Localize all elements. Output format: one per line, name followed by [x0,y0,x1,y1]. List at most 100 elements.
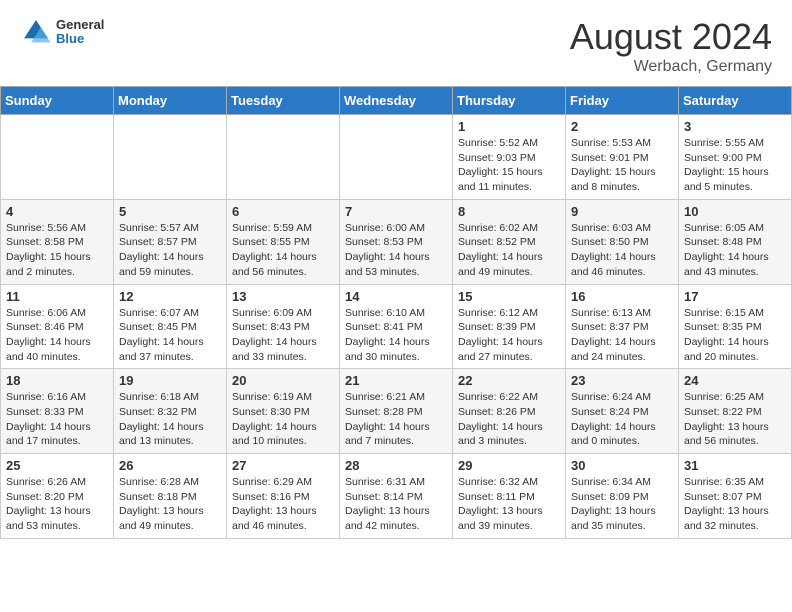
calendar-cell: 9 Sunrise: 6:03 AMSunset: 8:50 PMDaylight… [566,199,679,284]
calendar-cell: 22Sunrise: 6:22 AMSunset: 8:26 PMDayligh… [453,369,566,454]
calendar-cell: 20 Sunrise: 6:19 AMSunset: 8:30 PMDayligh… [227,369,340,454]
day-number: 15 [458,289,560,304]
day-header-friday: Friday [566,87,679,115]
day-number: 19 [119,373,221,388]
day-info: Sunrise: 6:25 AMSunset: 8:22 PMDaylight:… [684,390,786,449]
calendar-cell: 27 Sunrise: 6:29 AMSunset: 8:16 PMDayligh… [227,454,340,539]
day-info: Sunrise: 6:16 AMSunset: 8:33 PMDaylight:… [6,390,108,449]
title-section: August 2024 Werbach, Germany [570,16,772,76]
logo: General Blue [20,16,104,48]
location: Werbach, Germany [570,58,772,76]
day-info: Sunrise: 6:29 AMSunset: 8:16 PMDaylight:… [232,475,334,534]
week-row-2: 4 Sunrise: 5:56 AMSunset: 8:58 PMDaylight… [1,199,792,284]
day-number: 31 [684,458,786,473]
day-number: 6 [232,204,334,219]
calendar-cell: 19 Sunrise: 6:18 AMSunset: 8:32 PMDayligh… [114,369,227,454]
calendar-cell: 8 Sunrise: 6:02 AMSunset: 8:52 PMDaylight… [453,199,566,284]
day-number: 29 [458,458,560,473]
day-number: 26 [119,458,221,473]
day-info: Sunrise: 5:56 AMSunset: 8:58 PMDaylight:… [6,221,108,280]
day-number: 4 [6,204,108,219]
calendar-cell [340,115,453,200]
calendar-cell: 29 Sunrise: 6:32 AMSunset: 8:11 PMDayligh… [453,454,566,539]
day-info: Sunrise: 5:59 AMSunset: 8:55 PMDaylight:… [232,221,334,280]
calendar-cell: 25Sunrise: 6:26 AMSunset: 8:20 PMDayligh… [1,454,114,539]
day-info: Sunrise: 6:12 AMSunset: 8:39 PMDaylight:… [458,306,560,365]
day-number: 16 [571,289,673,304]
day-info: Sunrise: 6:13 AMSunset: 8:37 PMDaylight:… [571,306,673,365]
week-row-4: 18 Sunrise: 6:16 AMSunset: 8:33 PMDayligh… [1,369,792,454]
header-row: SundayMondayTuesdayWednesdayThursdayFrid… [1,87,792,115]
day-info: Sunrise: 6:03 AMSunset: 8:50 PMDaylight:… [571,221,673,280]
calendar-cell: 5Sunrise: 5:57 AMSunset: 8:57 PMDaylight… [114,199,227,284]
calendar-cell: 26 Sunrise: 6:28 AMSunset: 8:18 PMDayligh… [114,454,227,539]
day-info: Sunrise: 5:55 AMSunset: 9:00 PMDaylight:… [684,136,786,195]
day-info: Sunrise: 6:06 AMSunset: 8:46 PMDaylight:… [6,306,108,365]
day-number: 1 [458,119,560,134]
day-info: Sunrise: 6:32 AMSunset: 8:11 PMDaylight:… [458,475,560,534]
day-info: Sunrise: 6:34 AMSunset: 8:09 PMDaylight:… [571,475,673,534]
day-info: Sunrise: 6:15 AMSunset: 8:35 PMDaylight:… [684,306,786,365]
calendar-cell: 13 Sunrise: 6:09 AMSunset: 8:43 PMDayligh… [227,284,340,369]
day-number: 13 [232,289,334,304]
logo-blue: Blue [56,32,104,46]
day-info: Sunrise: 6:07 AMSunset: 8:45 PMDaylight:… [119,306,221,365]
week-row-3: 11 Sunrise: 6:06 AMSunset: 8:46 PMDayligh… [1,284,792,369]
calendar-cell [227,115,340,200]
day-header-tuesday: Tuesday [227,87,340,115]
day-number: 28 [345,458,447,473]
calendar-cell: 31Sunrise: 6:35 AMSunset: 8:07 PMDayligh… [679,454,792,539]
calendar-cell: 11 Sunrise: 6:06 AMSunset: 8:46 PMDayligh… [1,284,114,369]
calendar-cell: 10 Sunrise: 6:05 AMSunset: 8:48 PMDayligh… [679,199,792,284]
calendar-cell: 12 Sunrise: 6:07 AMSunset: 8:45 PMDayligh… [114,284,227,369]
day-info: Sunrise: 6:19 AMSunset: 8:30 PMDaylight:… [232,390,334,449]
day-info: Sunrise: 6:05 AMSunset: 8:48 PMDaylight:… [684,221,786,280]
day-info: Sunrise: 6:00 AMSunset: 8:53 PMDaylight:… [345,221,447,280]
week-row-5: 25Sunrise: 6:26 AMSunset: 8:20 PMDayligh… [1,454,792,539]
calendar-cell: 24 Sunrise: 6:25 AMSunset: 8:22 PMDayligh… [679,369,792,454]
day-number: 20 [232,373,334,388]
day-number: 7 [345,204,447,219]
calendar-cell: 21Sunrise: 6:21 AMSunset: 8:28 PMDayligh… [340,369,453,454]
calendar-cell: 4 Sunrise: 5:56 AMSunset: 8:58 PMDaylight… [1,199,114,284]
calendar-cell [1,115,114,200]
calendar-cell: 23Sunrise: 6:24 AMSunset: 8:24 PMDayligh… [566,369,679,454]
day-header-saturday: Saturday [679,87,792,115]
day-info: Sunrise: 6:18 AMSunset: 8:32 PMDaylight:… [119,390,221,449]
day-number: 10 [684,204,786,219]
calendar-cell: 7 Sunrise: 6:00 AMSunset: 8:53 PMDaylight… [340,199,453,284]
day-number: 27 [232,458,334,473]
day-header-sunday: Sunday [1,87,114,115]
day-info: Sunrise: 5:57 AMSunset: 8:57 PMDaylight:… [119,221,221,280]
calendar-cell: 18 Sunrise: 6:16 AMSunset: 8:33 PMDayligh… [1,369,114,454]
day-number: 12 [119,289,221,304]
day-number: 22 [458,373,560,388]
day-info: Sunrise: 6:24 AMSunset: 8:24 PMDaylight:… [571,390,673,449]
calendar-cell: 6 Sunrise: 5:59 AMSunset: 8:55 PMDaylight… [227,199,340,284]
day-header-thursday: Thursday [453,87,566,115]
month-year: August 2024 [570,16,772,58]
day-number: 11 [6,289,108,304]
calendar-cell: 17Sunrise: 6:15 AMSunset: 8:35 PMDayligh… [679,284,792,369]
day-info: Sunrise: 6:21 AMSunset: 8:28 PMDaylight:… [345,390,447,449]
calendar-cell: 1 Sunrise: 5:52 AMSunset: 9:03 PMDaylight… [453,115,566,200]
day-info: Sunrise: 6:28 AMSunset: 8:18 PMDaylight:… [119,475,221,534]
calendar-cell: 14Sunrise: 6:10 AMSunset: 8:41 PMDayligh… [340,284,453,369]
calendar-cell: 28Sunrise: 6:31 AMSunset: 8:14 PMDayligh… [340,454,453,539]
day-number: 9 [571,204,673,219]
logo-text: General Blue [56,18,104,47]
calendar-cell: 2Sunrise: 5:53 AMSunset: 9:01 PMDaylight… [566,115,679,200]
day-number: 25 [6,458,108,473]
calendar-cell: 30Sunrise: 6:34 AMSunset: 8:09 PMDayligh… [566,454,679,539]
calendar-cell: 3Sunrise: 5:55 AMSunset: 9:00 PMDaylight… [679,115,792,200]
day-number: 18 [6,373,108,388]
day-info: Sunrise: 6:09 AMSunset: 8:43 PMDaylight:… [232,306,334,365]
day-number: 8 [458,204,560,219]
logo-icon [20,16,52,48]
day-info: Sunrise: 5:52 AMSunset: 9:03 PMDaylight:… [458,136,560,195]
calendar-cell [114,115,227,200]
day-number: 24 [684,373,786,388]
day-number: 2 [571,119,673,134]
day-info: Sunrise: 6:02 AMSunset: 8:52 PMDaylight:… [458,221,560,280]
calendar-cell: 15 Sunrise: 6:12 AMSunset: 8:39 PMDayligh… [453,284,566,369]
